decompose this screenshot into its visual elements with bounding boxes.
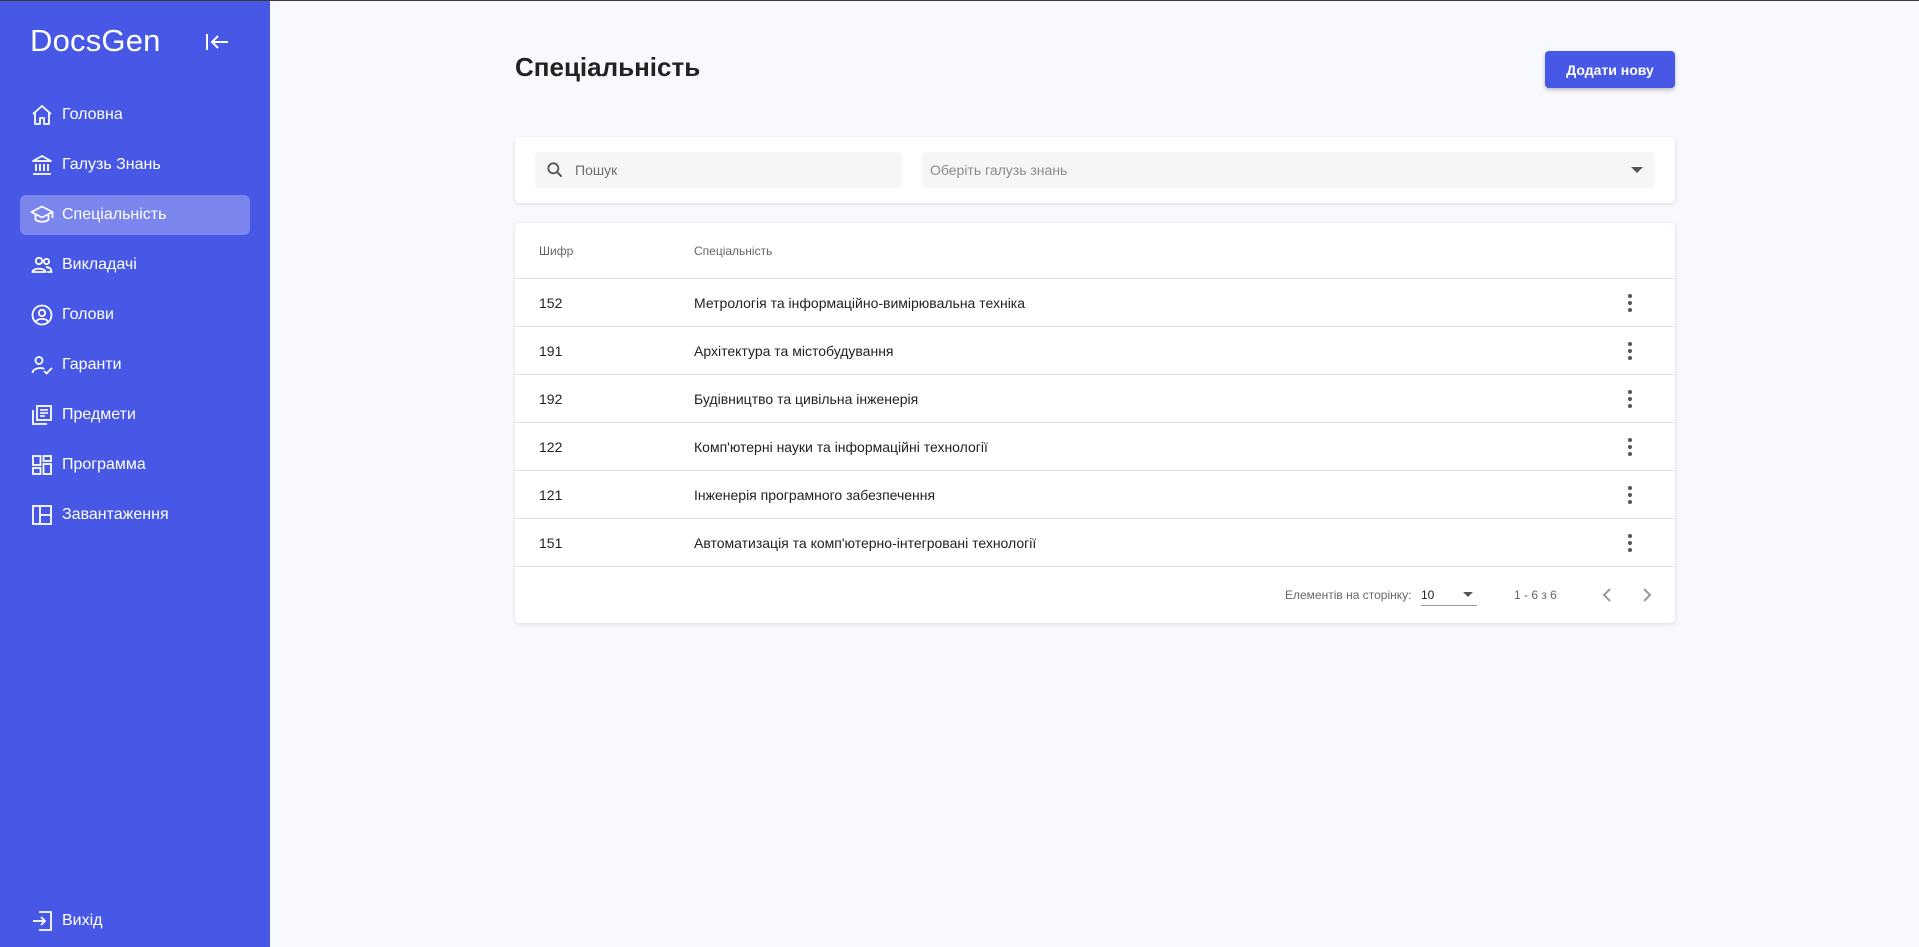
cell-code: 191 [539, 343, 563, 359]
people-icon [31, 256, 53, 273]
bank-icon [32, 155, 52, 175]
cell-name: Інженерія програмного забезпечення [694, 487, 936, 503]
cell-code: 152 [539, 295, 563, 311]
dashboard-icon [32, 455, 52, 475]
library-books-icon [32, 405, 52, 425]
chevron-down-icon [1463, 592, 1473, 597]
chevron-left-icon [1602, 588, 1611, 602]
more-vert-icon [1628, 438, 1632, 456]
column-header-code[interactable]: Шифр [539, 244, 573, 258]
layout-icon [32, 505, 52, 525]
sidebar-item-label: Программа [62, 456, 146, 473]
table-row[interactable]: 152 Метрологія та інформаційно-вимірювал… [515, 279, 1675, 327]
page-size-select[interactable]: 10 [1421, 584, 1477, 606]
more-vert-icon [1628, 534, 1632, 552]
sidebar-item-teachers[interactable]: Викладачі [20, 245, 250, 285]
cell-name: Архітектура та містобудування [694, 343, 894, 359]
row-menu-button[interactable] [1615, 290, 1645, 316]
window-top-border [0, 0, 1919, 1]
sidebar-item-label: Гаранти [62, 356, 122, 373]
school-icon [30, 205, 54, 223]
logout-icon [33, 911, 52, 931]
sidebar-item-program[interactable]: Программа [20, 445, 250, 485]
sidebar-item-label: Предмети [62, 406, 136, 423]
table-row[interactable]: 122 Комп'ютерні науки та інформаційні те… [515, 423, 1675, 471]
person-check-icon [31, 356, 53, 375]
search-box[interactable] [535, 152, 902, 188]
filter-card: Оберіть галузь знань [515, 137, 1675, 203]
row-menu-button[interactable] [1615, 530, 1645, 556]
sidebar-item-label: Голови [62, 306, 114, 323]
sidebar-item-label: Спеціальність [62, 206, 167, 223]
next-page-button[interactable] [1634, 582, 1660, 608]
table-row[interactable]: 191 Архітектура та містобудування [515, 327, 1675, 375]
sidebar-item-label: Викладачі [62, 256, 137, 273]
collapse-sidebar-button[interactable] [204, 30, 232, 54]
row-menu-button[interactable] [1615, 338, 1645, 364]
cell-name: Метрологія та інформаційно-вимірювальна … [694, 295, 1026, 311]
table-row[interactable]: 151 Автоматизація та комп'ютерно-інтегро… [515, 519, 1675, 567]
sidebar-item-label: Головна [62, 106, 123, 123]
sidebar-item-workload[interactable]: Завантаження [20, 495, 250, 535]
row-menu-button[interactable] [1615, 386, 1645, 412]
items-per-page-label: Елементів на сторінку: [1285, 588, 1412, 602]
row-menu-button[interactable] [1615, 434, 1645, 460]
cell-code: 122 [539, 439, 563, 455]
add-new-button[interactable]: Додати нову [1545, 51, 1675, 88]
sidebar-nav: Головна Галузь Знань Спеціальність Викла… [20, 95, 250, 545]
row-menu-button[interactable] [1615, 482, 1645, 508]
chevron-down-icon [1631, 167, 1643, 173]
cell-name: Комп'ютерні науки та інформаційні технол… [694, 439, 988, 455]
sidebar-item-guarantors[interactable]: Гаранти [20, 345, 250, 385]
page-range-label: 1 - 6 з 6 [1514, 588, 1557, 602]
more-vert-icon [1628, 342, 1632, 360]
brand-logo: DocsGen [30, 23, 161, 58]
sidebar-item-home[interactable]: Головна [20, 95, 250, 135]
sidebar-item-label: Завантаження [62, 506, 169, 523]
knowledge-field-select[interactable]: Оберіть галузь знань [922, 152, 1655, 188]
column-header-name[interactable]: Спеціальність [694, 244, 772, 258]
table-row[interactable]: 192 Будівництво та цивільна інженерія [515, 375, 1675, 423]
search-input[interactable] [575, 152, 895, 188]
page-size-value: 10 [1421, 588, 1435, 602]
select-placeholder: Оберіть галузь знань [930, 162, 1068, 178]
logout-button[interactable]: Вихід [30, 909, 103, 933]
account-circle-icon [31, 304, 53, 326]
home-icon [32, 105, 52, 125]
more-vert-icon [1628, 390, 1632, 408]
table-header: Шифр Спеціальність [515, 223, 1675, 279]
sidebar-item-specialty[interactable]: Спеціальність [20, 195, 250, 235]
page-title: Спеціальність [515, 52, 701, 82]
sidebar-item-subjects[interactable]: Предмети [20, 395, 250, 435]
sidebar-item-knowledge-field[interactable]: Галузь Знань [20, 145, 250, 185]
more-vert-icon [1628, 486, 1632, 504]
sidebar-item-heads[interactable]: Голови [20, 295, 250, 335]
cell-code: 151 [539, 535, 563, 551]
sidebar-item-label: Галузь Знань [62, 156, 161, 173]
sidebar: DocsGen Головна Галузь Знань Спеціальніс… [0, 1, 270, 947]
cell-name: Автоматизація та комп'ютерно-інтегровані… [694, 535, 1037, 551]
more-vert-icon [1628, 294, 1632, 312]
logout-label: Вихід [62, 912, 103, 929]
table-row[interactable]: 121 Інженерія програмного забезпечення [515, 471, 1675, 519]
search-icon [547, 162, 563, 178]
cell-name: Будівництво та цивільна інженерія [694, 391, 919, 407]
paginator: Елементів на сторінку: 10 1 - 6 з 6 [515, 568, 1675, 623]
specialty-table: Шифр Спеціальність 152 Метрологія та інф… [515, 223, 1675, 623]
cell-code: 121 [539, 487, 563, 503]
previous-page-button[interactable] [1594, 582, 1620, 608]
chevron-right-icon [1643, 588, 1652, 602]
cell-code: 192 [539, 391, 563, 407]
collapse-left-icon [206, 34, 228, 50]
